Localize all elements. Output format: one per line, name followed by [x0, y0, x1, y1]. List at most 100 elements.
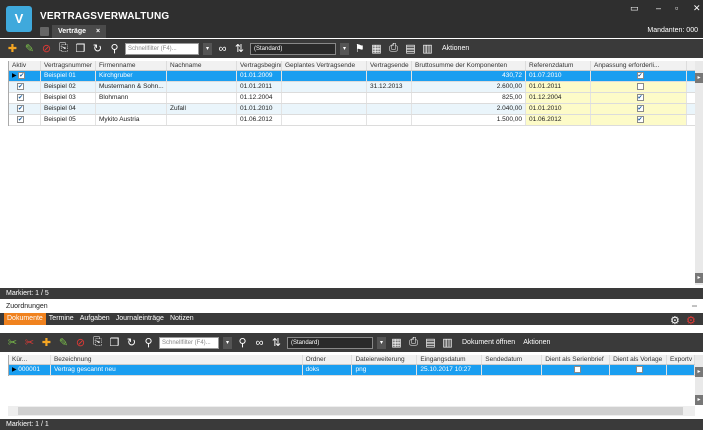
copy-icon[interactable]: ❐: [74, 42, 87, 55]
col-export[interactable]: Exportv: [667, 355, 695, 364]
col-vertragsbeginn[interactable]: Vertragsbeginn: [237, 61, 282, 70]
referenzdatum-cell[interactable]: 01.12.2004: [526, 93, 591, 103]
anpassung-cell[interactable]: ✔: [591, 71, 687, 81]
quick-filter-input[interactable]: Schnellfilter (F4)...: [125, 42, 199, 55]
table-row[interactable]: ✔ Beispiel 02 Mustermann & Sohn... 01.01.20…: [9, 82, 695, 93]
col-ordner[interactable]: Ordner: [303, 355, 353, 364]
nachname-cell[interactable]: [167, 82, 237, 92]
tab-termine[interactable]: Termine: [46, 313, 77, 325]
vertragsnummer-cell[interactable]: Beispiel 02: [41, 82, 96, 92]
export-icon[interactable]: ⎘: [91, 336, 104, 349]
col-vertragsende[interactable]: Vertragsende: [367, 61, 412, 70]
bruttosumme-cell[interactable]: 1.500,00: [412, 115, 526, 125]
eingangsdatum-cell[interactable]: 25.10.2017 10:27: [417, 365, 483, 375]
nachname-cell[interactable]: Zufall: [167, 104, 237, 114]
col-anpassung[interactable]: Anpassung erforderli...: [591, 61, 687, 70]
refresh-icon[interactable]: ↻: [125, 336, 138, 349]
table-row[interactable]: ▶ ✔ Beispiel 01 Kirchgruber 01.01.2009 430,7…: [9, 71, 695, 82]
aktiv-cell[interactable]: ✔: [9, 104, 41, 114]
documents-horizontal-scrollbar[interactable]: [8, 406, 695, 416]
geplantes-ende-cell[interactable]: [282, 93, 367, 103]
bruttosumme-cell[interactable]: 2.600,00: [412, 82, 526, 92]
documents-quick-filter-input[interactable]: Schnellfilter (F4)...: [159, 336, 219, 349]
filter-dropdown-icon[interactable]: ▾: [203, 42, 212, 55]
vertragsnummer-cell[interactable]: Beispiel 03: [41, 93, 96, 103]
vertragsnummer-cell[interactable]: Beispiel 01: [41, 71, 96, 81]
filter-icon[interactable]: ⚲: [142, 336, 155, 349]
add-icon[interactable]: ✚: [6, 42, 19, 55]
col-bezeichnung[interactable]: Bezeichnung: [51, 355, 303, 364]
documents-view-dropdown-icon[interactable]: ▾: [377, 336, 386, 349]
aktiv-checkbox[interactable]: ✔: [18, 72, 26, 79]
col-referenzdatum[interactable]: Referenzdatum: [526, 61, 591, 70]
sort-icon[interactable]: ⇅: [270, 336, 283, 349]
firmenname-cell[interactable]: Kirchgruber: [96, 71, 167, 81]
print-icon[interactable]: ⎙: [407, 336, 420, 349]
firmenname-cell[interactable]: [96, 104, 167, 114]
col-bruttosumme[interactable]: Bruttosumme der Komponenten: [412, 61, 526, 70]
splitter-handle-icon[interactable]: ═: [692, 301, 697, 312]
geplantes-ende-cell[interactable]: [282, 82, 367, 92]
col-vorlage[interactable]: Dient als Vorlage: [610, 355, 668, 364]
documents-actions-menu[interactable]: Aktionen: [523, 339, 550, 346]
bruttosumme-cell[interactable]: 2.040,00: [412, 104, 526, 114]
unlink-icon[interactable]: ✂: [23, 336, 36, 349]
col-serienbrief[interactable]: Dient als Serienbrief: [542, 355, 611, 364]
aktiv-cell[interactable]: ✔: [9, 93, 41, 103]
flag-icon[interactable]: ⚑: [353, 42, 366, 55]
aktiv-checkbox[interactable]: ✔: [17, 94, 25, 101]
settings-reset-icon[interactable]: ⚙: [686, 314, 696, 327]
vertragsbeginn-cell[interactable]: 01.06.2012: [237, 115, 282, 125]
vertragsbeginn-cell[interactable]: 01.01.2011: [237, 82, 282, 92]
vertragsende-cell[interactable]: [367, 93, 412, 103]
referenzdatum-cell[interactable]: 01.07.2010: [526, 71, 591, 81]
filter-icon[interactable]: ⚲: [108, 42, 121, 55]
firmenname-cell[interactable]: Mykito Austria: [96, 115, 167, 125]
anpassung-cell[interactable]: ✔: [591, 93, 687, 103]
anpassung-checkbox[interactable]: ✔: [636, 72, 644, 79]
col-aktiv[interactable]: Aktiv: [9, 61, 41, 70]
aktiv-checkbox[interactable]: ✔: [17, 83, 25, 90]
referenzdatum-cell[interactable]: 01.06.2012: [526, 115, 591, 125]
kuerzel-cell[interactable]: ▶ 000001: [9, 365, 51, 375]
tab-close-icon[interactable]: ×: [96, 28, 100, 35]
vertragsnummer-cell[interactable]: Beispiel 05: [41, 115, 96, 125]
dateierweiterung-cell[interactable]: png: [352, 365, 418, 375]
minimize-icon[interactable]: –: [656, 3, 661, 13]
vertragsende-cell[interactable]: [367, 115, 412, 125]
vertragsbeginn-cell[interactable]: 01.12.2004: [237, 93, 282, 103]
documents-icon[interactable]: ▥: [441, 336, 454, 349]
anpassung-checkbox[interactable]: ✔: [636, 105, 644, 112]
col-nachname[interactable]: Nachname: [167, 61, 237, 70]
col-vertragsnummer[interactable]: Vertragsnummer: [41, 61, 96, 70]
vorlage-checkbox[interactable]: [636, 366, 644, 373]
copy-icon[interactable]: ❐: [108, 336, 121, 349]
grid-icon[interactable]: ▦: [390, 336, 403, 349]
mandant-label[interactable]: Mandanten: 000: [647, 27, 698, 34]
documents-view-select[interactable]: (Standard): [287, 336, 373, 349]
edit-icon[interactable]: ✎: [57, 336, 70, 349]
view-select[interactable]: (Standard): [250, 42, 336, 55]
tab-aufgaben[interactable]: Aufgaben: [77, 313, 113, 325]
vertragsnummer-cell[interactable]: Beispiel 04: [41, 104, 96, 114]
scroll-down-icon[interactable]: ▸: [695, 273, 703, 283]
table-row[interactable]: ▶ 000001 Vertrag gescannt neu doks png 25.10…: [9, 365, 695, 376]
geplantes-ende-cell[interactable]: [282, 71, 367, 81]
app-menu-button[interactable]: [40, 27, 49, 36]
scroll-up-icon[interactable]: ▸: [695, 73, 703, 83]
chat-icon[interactable]: ▭: [630, 3, 639, 14]
documents-icon[interactable]: ▥: [421, 42, 434, 55]
export-cell[interactable]: [667, 365, 695, 375]
link-icon[interactable]: ✂: [6, 336, 19, 349]
referenzdatum-cell[interactable]: 01.01.2011: [526, 82, 591, 92]
col-firmenname[interactable]: Firmenname: [96, 61, 167, 70]
aktiv-cell[interactable]: ✔: [9, 115, 41, 125]
vertragsende-cell[interactable]: 31.12.2013: [367, 82, 412, 92]
col-kuerzel[interactable]: Kür...: [9, 355, 51, 364]
documents-filter-dropdown-icon[interactable]: ▾: [223, 336, 232, 349]
document-icon[interactable]: ▤: [424, 336, 437, 349]
ordner-cell[interactable]: doks: [303, 365, 353, 375]
tab-journaleintraege[interactable]: Journaleinträge: [113, 313, 167, 325]
export-icon[interactable]: ⎘: [57, 42, 70, 55]
aktiv-cell[interactable]: ▶ ✔: [9, 71, 41, 81]
